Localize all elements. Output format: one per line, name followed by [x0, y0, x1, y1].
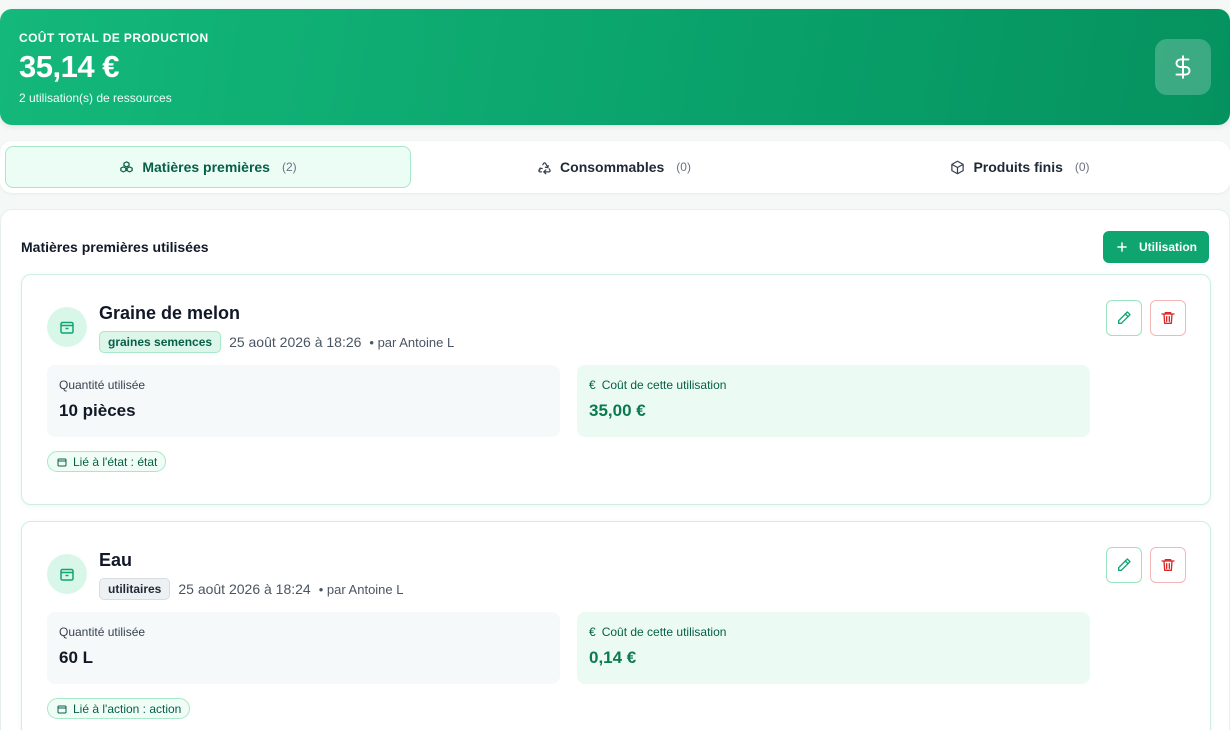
resource-meta: utilitaires 25 août 2026 à 18:24 • par A… — [99, 578, 403, 600]
usage-author: • par Antoine L — [318, 581, 404, 597]
edit-button[interactable] — [1106, 300, 1142, 336]
resource-meta: graines semences 25 août 2026 à 18:26 • … — [99, 331, 454, 353]
add-button-label: Utilisation — [1138, 240, 1197, 254]
quantity-value: 60 L — [59, 648, 94, 667]
delete-button[interactable] — [1150, 547, 1186, 583]
dollar-icon — [1155, 39, 1211, 95]
cost-value: 35,00 € — [589, 401, 646, 420]
production-cost-banner: COÛT TOTAL DE PRODUCTION 35,14 € 2 utili… — [0, 9, 1230, 125]
box-icon — [951, 160, 965, 174]
quantity-value: 10 pièces — [59, 401, 136, 420]
tab-count: (0) — [676, 160, 691, 174]
trash-icon — [1161, 559, 1175, 571]
tab-label: Produits finis — [973, 159, 1063, 175]
resource-usage-card: Eau utilitaires 25 août 2026 à 18:24 • p… — [21, 521, 1211, 730]
linked-state-tag: Lié à l'état : état — [47, 451, 167, 472]
resource-name: Eau — [99, 550, 133, 570]
quantity-box: Quantité utilisée 10 pièces — [47, 365, 560, 437]
cost-label: Coût de cette utilisation — [601, 625, 727, 639]
tab-matieres-premieres[interactable]: Matières premières (2) — [5, 146, 411, 188]
linked-action-tag: Lié à l'action : action — [47, 698, 191, 719]
usage-date: 25 août 2026 à 18:24 — [178, 581, 311, 597]
calendar-icon — [57, 458, 67, 466]
tab-label: Consommables — [560, 159, 665, 175]
link-label: Lié à l'état : état — [73, 454, 158, 469]
category-badge: utilitaires — [99, 578, 171, 600]
banner-total: 35,14 € — [19, 49, 119, 84]
package-icon — [47, 554, 87, 594]
raw-materials-panel: Matières premières utilisées Utilisation… — [0, 209, 1230, 730]
delete-button[interactable] — [1150, 300, 1186, 336]
quantity-label: Quantité utilisée — [59, 378, 146, 392]
tab-count: (0) — [1074, 160, 1090, 174]
cost-label: Coût de cette utilisation — [601, 378, 727, 392]
plus-icon — [1117, 242, 1127, 252]
panel-title: Matières premières utilisées — [21, 239, 209, 255]
cost-value: 0,14 € — [589, 648, 637, 667]
resource-name: Graine de melon — [99, 303, 241, 323]
add-utilisation-button[interactable]: Utilisation — [1102, 231, 1209, 263]
usage-author: • par Antoine L — [369, 334, 455, 350]
quantity-box: Quantité utilisée 60 L — [47, 612, 560, 684]
cost-box: € Coût de cette utilisation 0,14 € — [577, 612, 1090, 684]
euro-icon: € — [589, 378, 596, 392]
trash-icon — [1161, 312, 1175, 324]
edit-button[interactable] — [1106, 547, 1142, 583]
euro-icon: € — [589, 625, 596, 639]
tab-count: (2) — [281, 160, 297, 174]
resource-usage-card: Graine de melon graines semences 25 août… — [21, 274, 1211, 505]
quantity-label: Quantité utilisée — [59, 625, 146, 639]
banner-subtitle: 2 utilisation(s) de ressources — [19, 91, 172, 105]
cubes-icon — [120, 160, 134, 172]
resource-tabs: Matières premières (2) Consommables (0) … — [0, 141, 1230, 193]
tab-label: Matières premières — [142, 159, 270, 175]
recycle-icon — [538, 161, 551, 174]
pencil-icon — [1118, 311, 1131, 324]
calendar-icon — [57, 705, 67, 713]
category-badge: graines semences — [99, 331, 222, 353]
package-icon — [47, 307, 87, 347]
pencil-icon — [1118, 558, 1131, 571]
tab-produits-finis[interactable]: Produits finis (0) — [817, 146, 1223, 188]
usage-date: 25 août 2026 à 18:26 — [229, 334, 362, 350]
link-label: Lié à l'action : action — [73, 701, 182, 716]
cost-box: € Coût de cette utilisation 35,00 € — [577, 365, 1090, 437]
tab-consommables[interactable]: Consommables (0) — [411, 146, 817, 188]
banner-label: COÛT TOTAL DE PRODUCTION — [19, 31, 209, 45]
